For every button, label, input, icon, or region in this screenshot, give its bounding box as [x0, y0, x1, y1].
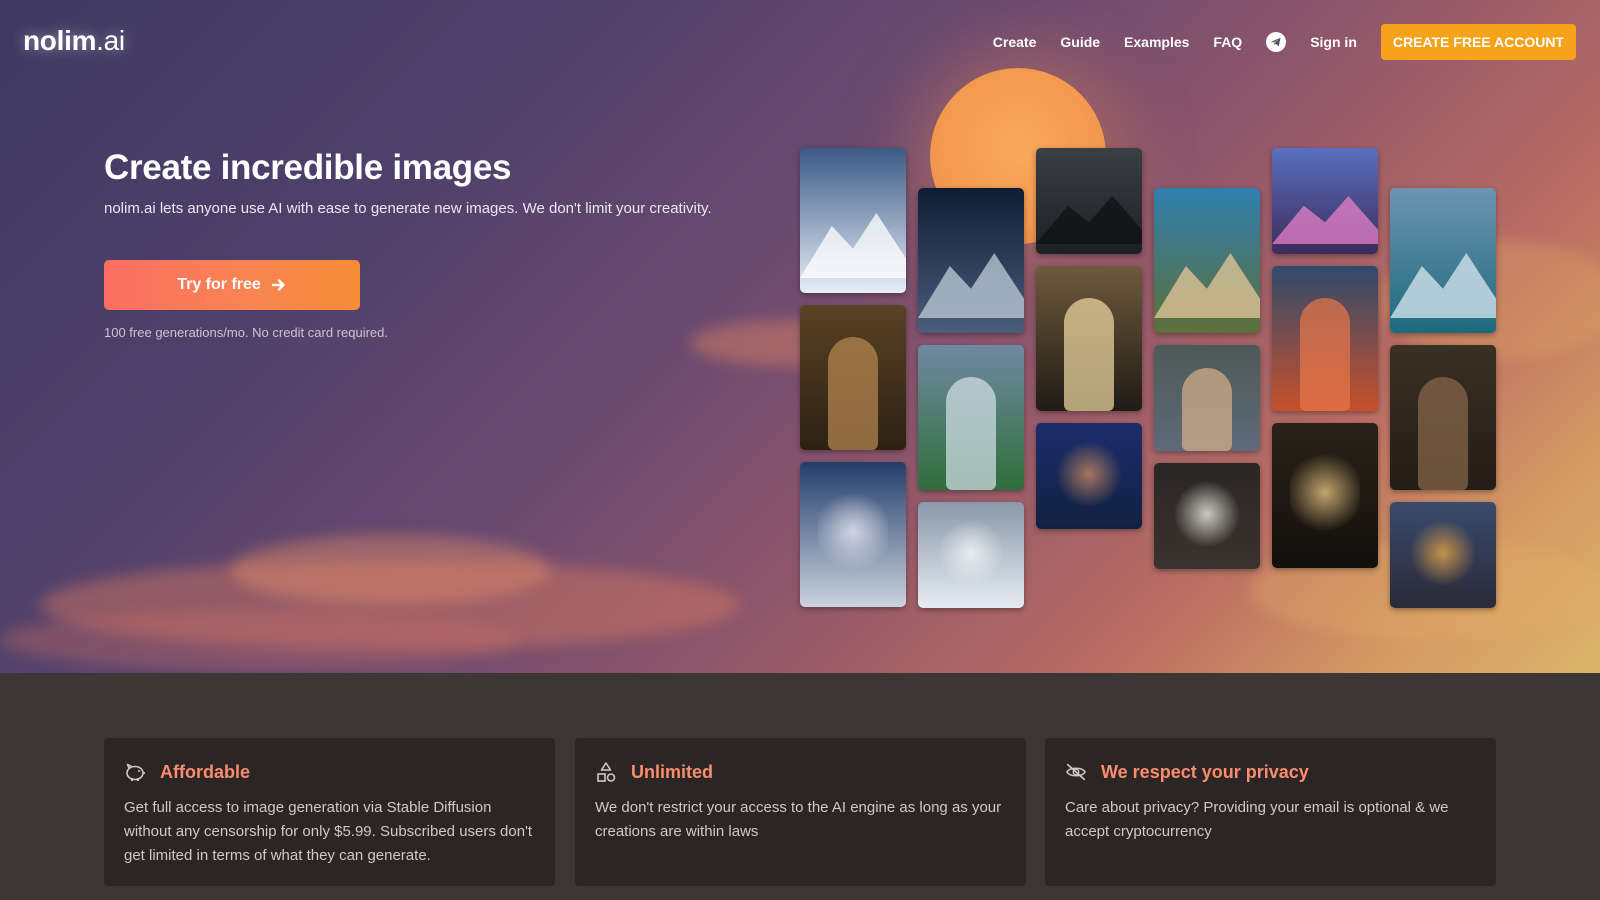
feature-title: Affordable	[160, 761, 250, 782]
gallery-image-white-haired-woman[interactable]	[918, 502, 1024, 608]
image-subject	[936, 521, 1006, 585]
image-subject	[1036, 196, 1142, 244]
gallery-image-colorful-girl[interactable]	[1272, 148, 1378, 254]
image-subject	[828, 337, 878, 450]
nav-link-examples[interactable]: Examples	[1124, 34, 1189, 50]
image-subject	[1054, 442, 1124, 506]
image-subject	[1154, 253, 1260, 318]
sign-in-link[interactable]: Sign in	[1310, 34, 1357, 50]
image-subject	[818, 488, 888, 575]
top-navbar: nolim.ai Create Guide Examples FAQ Sign …	[0, 0, 1600, 84]
gallery-image-glass-villa[interactable]	[918, 345, 1024, 490]
image-subject	[1300, 298, 1350, 411]
logo-suffix: .ai	[96, 25, 125, 56]
image-subject	[1272, 196, 1378, 244]
gallery-image-renaissance-woman[interactable]	[1154, 345, 1260, 451]
feature-description: We don't restrict your access to the AI …	[595, 799, 1002, 840]
feature-title: Unlimited	[631, 761, 714, 782]
gallery-image-bunny-dog[interactable]	[1154, 463, 1260, 569]
image-subject	[918, 253, 1024, 318]
hero-title: Create incredible images	[104, 148, 512, 187]
hero-section: nolim.ai Create Guide Examples FAQ Sign …	[0, 0, 1600, 673]
image-subject	[1172, 482, 1242, 546]
image-subject	[1290, 449, 1360, 536]
feature-title: We respect your privacy	[1101, 761, 1309, 782]
feature-description: Get full access to image generation via …	[124, 799, 533, 864]
gallery-image-sunset-peak[interactable]	[1272, 266, 1378, 411]
image-subject	[1064, 298, 1114, 411]
shapes-icon	[595, 761, 617, 783]
nav-link-guide[interactable]: Guide	[1060, 34, 1100, 50]
image-gallery	[800, 148, 1500, 608]
site-logo[interactable]: nolim.ai	[23, 25, 125, 57]
gallery-image-businessman[interactable]	[1036, 148, 1142, 254]
image-subject	[946, 377, 996, 490]
gallery-image-cyborg-woman[interactable]	[918, 188, 1024, 333]
hero-subtitle: nolim.ai lets anyone use AI with ease to…	[104, 200, 712, 217]
gallery-image-cyberpunk-man[interactable]	[1036, 423, 1142, 529]
cloud-decoration	[0, 610, 520, 670]
nav-link-create[interactable]: Create	[993, 34, 1037, 50]
eye-slash-icon	[1065, 761, 1087, 783]
gallery-image-monkey-group[interactable]	[1390, 345, 1496, 490]
try-button-label: Try for free	[177, 276, 261, 293]
nav-links: Create Guide Examples FAQ Sign in CREATE…	[969, 24, 1576, 60]
feature-card-unlimited: Unlimited We don't restrict your access …	[575, 738, 1026, 886]
image-subject	[1390, 253, 1496, 318]
gallery-image-modern-house[interactable]	[1390, 188, 1496, 333]
nav-link-faq[interactable]: FAQ	[1213, 34, 1242, 50]
image-subject	[1408, 521, 1478, 585]
gallery-image-night-city[interactable]	[1390, 502, 1496, 608]
gallery-image-snowy-mountain[interactable]	[800, 148, 906, 293]
gallery-image-monkey-family[interactable]	[800, 305, 906, 450]
gallery-image-coastal-villa[interactable]	[1154, 188, 1260, 333]
gallery-image-mountain-range[interactable]	[800, 462, 906, 607]
feature-card-affordable: Affordable Get full access to image gene…	[104, 738, 555, 886]
telegram-icon[interactable]	[1266, 32, 1287, 52]
arrow-right-icon	[271, 279, 285, 291]
cloud-decoration	[230, 535, 550, 605]
feature-description: Care about privacy? Providing your email…	[1065, 799, 1449, 840]
feature-card-privacy: We respect your privacy Care about priva…	[1045, 738, 1496, 886]
free-generations-note: 100 free generations/mo. No credit card …	[104, 325, 388, 340]
image-subject	[800, 213, 906, 278]
features-section: Affordable Get full access to image gene…	[0, 673, 1600, 900]
image-subject	[1182, 368, 1232, 451]
try-for-free-button[interactable]: Try for free	[104, 260, 360, 310]
gallery-image-luxury-hallway[interactable]	[1272, 423, 1378, 568]
create-account-button[interactable]: CREATE FREE ACCOUNT	[1380, 24, 1576, 60]
image-subject	[1418, 377, 1468, 490]
gallery-image-chandelier-lobby[interactable]	[1036, 266, 1142, 411]
logo-text: nolim	[23, 25, 97, 56]
piggy-bank-icon	[124, 761, 146, 783]
